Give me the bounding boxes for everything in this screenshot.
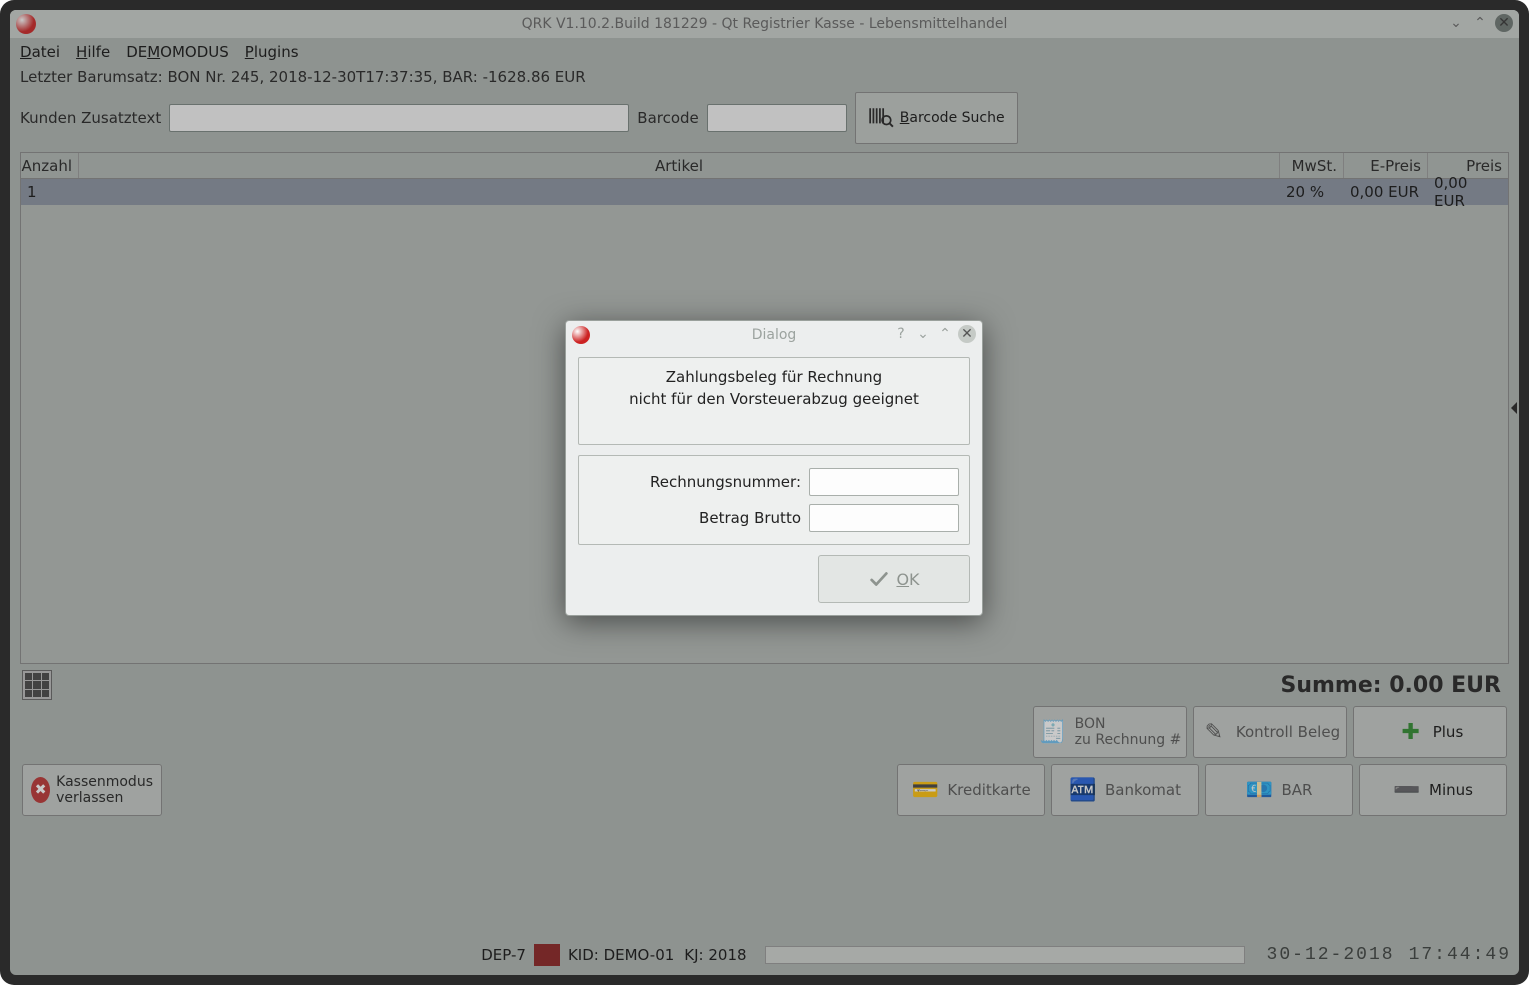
status-time: 17:44:49 [1409,945,1511,965]
exit-icon: ✖ [31,777,50,803]
cell-mwst: 20 % [1280,183,1344,201]
status-kid: KID: DEMO-01 [568,946,674,964]
splitter-handle[interactable] [1510,395,1519,421]
kunden-label: Kunden Zusatztext [20,109,161,127]
betrag-brutto-input[interactable] [809,504,959,532]
dialog-line1: Zahlungsbeleg für Rechnung [589,368,959,386]
check-icon [868,568,890,590]
menu-hilfe[interactable]: Hilfe [76,43,110,61]
minus-icon: ➖ [1393,776,1421,804]
exit-kassenmodus-button[interactable]: ✖ Kassenmodusverlassen [22,764,162,816]
dialog-info-box: Zahlungsbeleg für Rechnung nicht für den… [578,357,970,445]
barcode-input[interactable] [707,104,847,132]
atm-icon: 🏧 [1069,776,1097,804]
col-artikel[interactable]: Artikel [79,153,1280,178]
dialog-ok-button[interactable]: OK [818,555,970,603]
menu-demomodus[interactable]: DEMOMODUS [126,43,229,61]
status-date: 30-12-2018 [1267,945,1395,965]
col-mwst[interactable]: MwSt. [1280,153,1344,178]
dialog-icon [572,326,590,344]
last-transaction-info: Letzter Barumsatz: BON Nr. 245, 2018-12-… [10,66,1519,88]
pencil-icon: ✎ [1200,718,1228,746]
dialog-line2: nicht für den Vorsteuerabzug geeignet [589,390,959,408]
barcode-search-button[interactable]: Barcode Suche [855,92,1018,144]
dialog-min-button[interactable]: ⌄ [914,325,932,343]
menu-bar: Datei Hilfe DEMOMODUS Plugins [10,38,1519,66]
dialog-max-button[interactable]: ⌃ [936,325,954,343]
bankomat-button[interactable]: 🏧 Bankomat [1051,764,1199,816]
status-kj: KJ: 2018 [684,946,746,964]
cash-icon: 💶 [1246,776,1274,804]
cell-epreis: 0,00 EUR [1344,183,1428,201]
menu-plugins[interactable]: Plugins [245,43,299,61]
bar-button[interactable]: 💶 BAR [1205,764,1353,816]
betrag-brutto-label: Betrag Brutto [699,509,801,527]
kreditkarte-button[interactable]: 💳 Kreditkarte [897,764,1045,816]
col-epreis[interactable]: E-Preis [1344,153,1428,178]
sum-label: Summe: 0.00 EUR [1280,673,1501,698]
bon-zu-rechnung-button[interactable]: 🧾 BONzu Rechnung # [1033,706,1187,758]
close-button[interactable]: ✕ [1495,14,1513,32]
numpad-button[interactable] [22,670,52,700]
status-indicator [534,944,560,966]
maximize-button[interactable]: ⌃ [1471,14,1489,32]
plus-button[interactable]: ✚ Plus [1353,706,1507,758]
receipt-icon: 🧾 [1039,718,1067,746]
status-dep: DEP-7 [481,946,526,964]
minus-button[interactable]: ➖ Minus [1359,764,1507,816]
menu-datei[interactable]: Datei [20,43,60,61]
plus-icon: ✚ [1397,718,1425,746]
window-titlebar: QRK V1.10.2.Build 181229 - Qt Registrier… [10,10,1519,38]
barcode-label: Barcode [637,109,699,127]
status-bar: DEP-7 KID: DEMO-01 KJ: 2018 30-12-2018 1… [18,941,1511,969]
cell-anzahl: 1 [21,183,79,201]
dialog-close-button[interactable]: ✕ [958,325,976,343]
barcode-search-label: arcode Suche [909,110,1004,126]
app-icon [16,14,36,34]
rechnungsnummer-label: Rechnungsnummer: [650,473,801,491]
payment-dialog: Dialog ? ⌄ ⌃ ✕ Zahlungsbeleg für Rechnun… [565,320,983,616]
minimize-button[interactable]: ⌄ [1447,14,1465,32]
kontroll-beleg-button[interactable]: ✎ Kontroll Beleg [1193,706,1347,758]
dialog-help-button[interactable]: ? [892,325,910,343]
rechnungsnummer-input[interactable] [809,468,959,496]
cell-preis: 0,00 EUR [1428,174,1508,210]
barcode-icon [868,105,894,131]
kunden-zusatztext-input[interactable] [169,104,629,132]
table-row[interactable]: 1 20 % 0,00 EUR 0,00 EUR [21,179,1508,205]
creditcard-icon: 💳 [911,776,939,804]
col-anzahl[interactable]: Anzahl [21,153,79,178]
window-title: QRK V1.10.2.Build 181229 - Qt Registrier… [10,16,1519,32]
progress-bar [765,946,1245,964]
